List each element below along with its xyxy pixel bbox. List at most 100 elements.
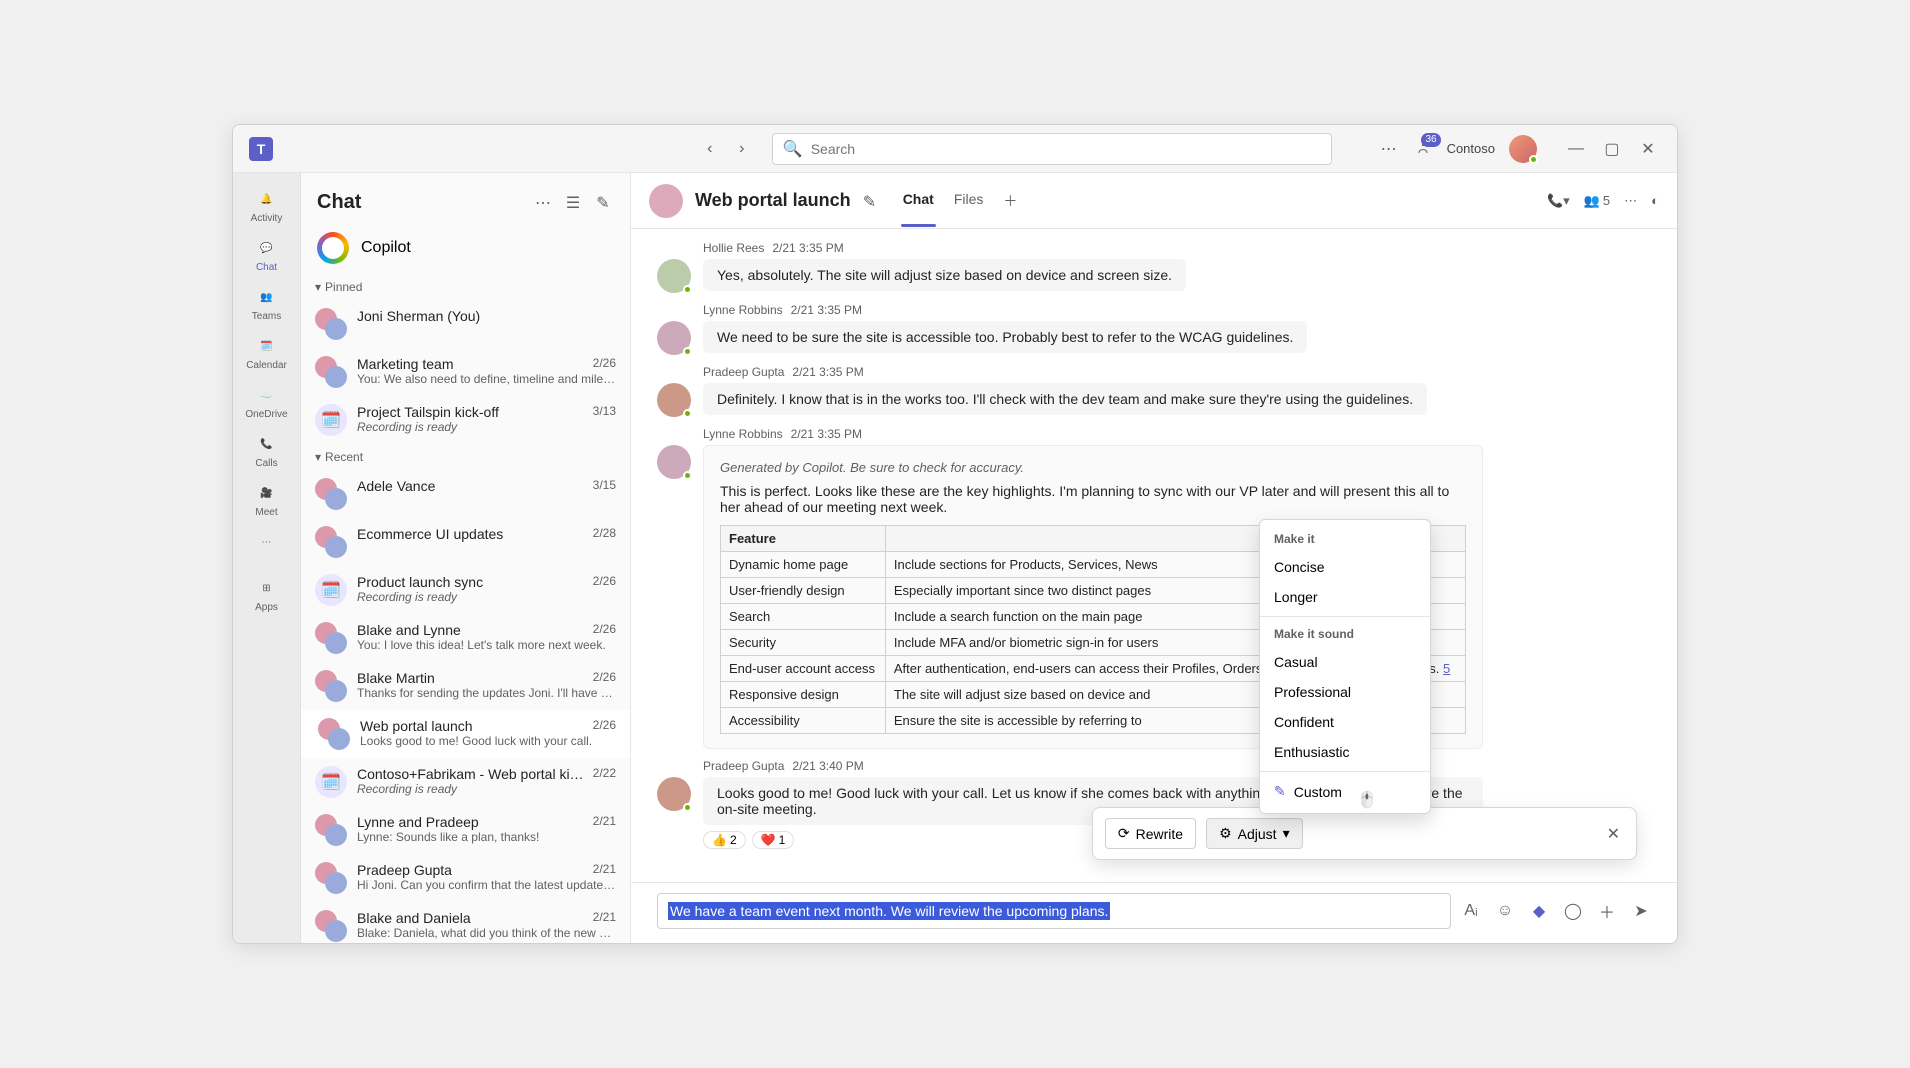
section-pinned[interactable]: ▾Pinned <box>301 274 630 300</box>
avatar: 🗓️ <box>315 766 347 798</box>
rail-calls[interactable]: 📞Calls <box>237 426 297 473</box>
window-close-icon[interactable]: ✕ <box>1631 135 1665 163</box>
compose-text[interactable]: We have a team event next month. We will… <box>668 902 1110 920</box>
rail-onedrive[interactable]: ☁️OneDrive <box>237 377 297 424</box>
timestamp: 2/21 3:40 PM <box>792 759 863 773</box>
chat-item-date: 2/26 <box>593 718 616 734</box>
copilot-entry[interactable]: Copilot <box>301 222 630 274</box>
sliders-icon: ⚙ <box>1219 825 1232 842</box>
message-body: This is perfect. Looks like these are th… <box>720 483 1466 515</box>
window-minimize-icon[interactable]: — <box>1559 135 1593 163</box>
menu-header: Make it <box>1260 526 1430 552</box>
chatlist-more-icon[interactable]: ⋯ <box>532 192 554 214</box>
rail-chat[interactable]: 💬Chat <box>237 230 297 277</box>
chat-item-title: Pradeep Gupta <box>357 862 452 878</box>
adjust-button[interactable]: ⚙Adjust▾ <box>1206 818 1303 849</box>
rail-apps[interactable]: ⊞Apps <box>237 570 297 617</box>
tab-add[interactable]: ＋ <box>1001 175 1019 227</box>
nav-back-icon[interactable]: ‹ <box>696 135 724 163</box>
chat-item-title: Joni Sherman (You) <box>357 308 480 324</box>
rewrite-button[interactable]: ⟳Rewrite <box>1105 818 1196 849</box>
chat-item-preview: Hi Joni. Can you confirm that the latest… <box>357 878 616 892</box>
cloud-icon: ☁️ <box>255 383 279 407</box>
option-professional[interactable]: Professional <box>1260 677 1430 707</box>
more-icon[interactable]: ⋯ <box>1379 139 1399 159</box>
notifications-icon[interactable]: 36 <box>1413 139 1433 159</box>
option-concise[interactable]: Concise <box>1260 552 1430 582</box>
chat-avatar <box>649 184 683 218</box>
calendar-icon: 🗓️ <box>255 334 279 358</box>
search-field[interactable] <box>811 141 1321 157</box>
header-more-icon[interactable]: ⋯ <box>1624 193 1637 209</box>
chat-list-item[interactable]: Pradeep Gupta2/21Hi Joni. Can you confir… <box>301 854 630 902</box>
author: Lynne Robbins <box>703 303 783 317</box>
rail-activity[interactable]: 🔔Activity <box>237 181 297 228</box>
chat-list-item[interactable]: Blake Martin2/26Thanks for sending the u… <box>301 662 630 710</box>
chat-item-title: Blake Martin <box>357 670 435 686</box>
chat-item-date: 2/21 <box>593 814 616 830</box>
reaction[interactable]: ❤️1 <box>752 831 795 849</box>
reference-link[interactable]: 5 <box>1443 661 1450 676</box>
tab-files[interactable]: Files <box>952 175 986 227</box>
search-icon: 🔍 <box>783 139 803 159</box>
chat-item-title: Adele Vance <box>357 478 435 494</box>
chat-list-item[interactable]: Adele Vance 3/15 <box>301 470 630 518</box>
window-maximize-icon[interactable]: ▢ <box>1595 135 1629 163</box>
loop-icon[interactable]: ◯ <box>1563 901 1583 921</box>
phone-icon: 📞 <box>255 432 279 456</box>
chat-item-preview: You: I love this idea! Let's talk more n… <box>357 638 616 652</box>
account-avatar[interactable] <box>1509 135 1537 163</box>
edit-title-icon[interactable]: ✎ <box>863 192 881 210</box>
option-custom[interactable]: ✎Custom <box>1260 776 1430 807</box>
chat-list-item[interactable]: Joni Sherman (You) <box>301 300 630 348</box>
chat-item-date: 2/26 <box>593 622 616 638</box>
format-icon[interactable]: Aᵢ <box>1461 901 1481 921</box>
people-icon: 👥 <box>255 285 279 309</box>
copilot-label: Copilot <box>361 239 411 257</box>
new-chat-icon[interactable]: ✎ <box>592 192 614 214</box>
call-icon[interactable]: 📞▾ <box>1547 193 1570 209</box>
participants-icon[interactable]: 👥5 <box>1584 193 1610 209</box>
chat-list-item[interactable]: Ecommerce UI updates2/28 <box>301 518 630 566</box>
rail-more[interactable]: ⋯ <box>237 524 297 558</box>
chat-list-item[interactable]: Blake and Lynne2/26You: I love this idea… <box>301 614 630 662</box>
avatar <box>657 445 691 479</box>
chat-list-item[interactable]: Web portal launch2/26Looks good to me! G… <box>301 710 630 758</box>
reaction[interactable]: 👍2 <box>703 831 746 849</box>
chat-list-item[interactable]: 🗓️Product launch sync2/26Recording is re… <box>301 566 630 614</box>
section-recent[interactable]: ▾Recent <box>301 444 630 470</box>
chat-list-item[interactable]: Blake and Daniela2/21Blake: Daniela, wha… <box>301 902 630 943</box>
chat-list-item[interactable]: Marketing team2/26You: We also need to d… <box>301 348 630 396</box>
copilot-pane-icon[interactable]: ◐ <box>1651 193 1659 208</box>
chat-item-preview: Thanks for sending the updates Joni. I'l… <box>357 686 616 700</box>
add-icon[interactable]: ＋ <box>1597 901 1617 921</box>
chat-list-item[interactable]: 🗓️Project Tailspin kick-off3/13Recording… <box>301 396 630 444</box>
filter-icon[interactable]: ☰ <box>562 192 584 214</box>
emoji-icon[interactable]: ☺ <box>1495 901 1515 921</box>
option-longer[interactable]: Longer <box>1260 582 1430 612</box>
compose-input[interactable]: We have a team event next month. We will… <box>657 893 1451 929</box>
message-list: Hollie Rees2/21 3:35 PM Yes, absolutely.… <box>631 229 1677 882</box>
tab-chat[interactable]: Chat <box>901 175 936 227</box>
avatar <box>657 259 691 293</box>
chat-item-date: 3/15 <box>593 478 616 494</box>
teams-window: T ‹ › 🔍 ⋯ 36 Contoso — ▢ ✕ � <box>232 124 1678 944</box>
chat-item-preview: Lynne: Sounds like a plan, thanks! <box>357 830 616 844</box>
app-rail: 🔔Activity 💬Chat 👥Teams 🗓️Calendar ☁️OneD… <box>233 173 301 943</box>
author: Pradeep Gupta <box>703 365 784 379</box>
copilot-icon <box>317 232 349 264</box>
close-icon[interactable]: ✕ <box>1603 824 1624 844</box>
chat-list-item[interactable]: 🗓️Contoso+Fabrikam - Web portal ki…2/22R… <box>301 758 630 806</box>
chat-list-item[interactable]: Lynne and Pradeep2/21Lynne: Sounds like … <box>301 806 630 854</box>
send-icon[interactable]: ➤ <box>1631 901 1651 921</box>
copilot-compose-icon[interactable]: ◆ <box>1529 901 1549 921</box>
chat-item-date: 2/26 <box>593 574 616 590</box>
option-enthusiastic[interactable]: Enthusiastic <box>1260 737 1430 767</box>
option-confident[interactable]: Confident <box>1260 707 1430 737</box>
rail-teams[interactable]: 👥Teams <box>237 279 297 326</box>
nav-forward-icon[interactable]: › <box>728 135 756 163</box>
rail-meet[interactable]: 🎥Meet <box>237 475 297 522</box>
option-casual[interactable]: Casual <box>1260 647 1430 677</box>
search-input[interactable]: 🔍 <box>772 133 1332 165</box>
rail-calendar[interactable]: 🗓️Calendar <box>237 328 297 375</box>
